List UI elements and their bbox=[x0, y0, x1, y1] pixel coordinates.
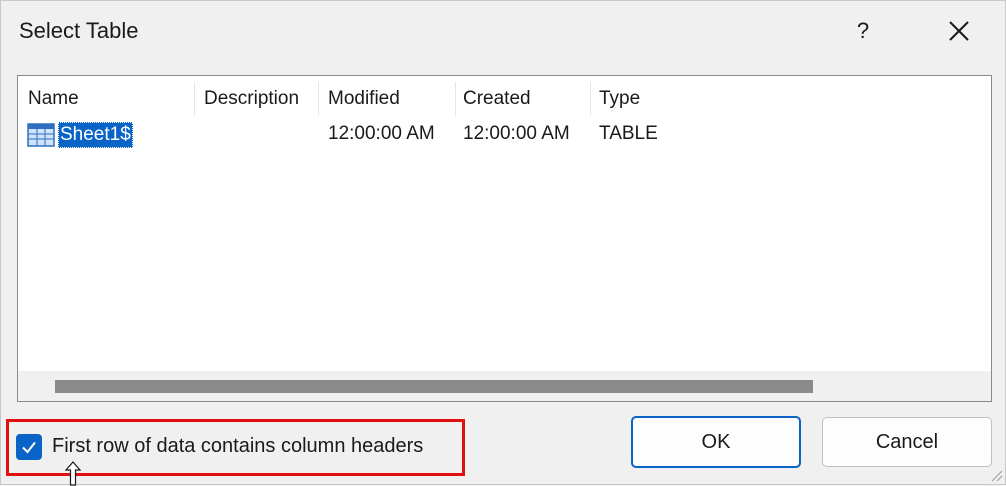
table-row-type[interactable]: TABLE bbox=[599, 120, 658, 148]
checkmark-icon bbox=[22, 441, 36, 454]
resize-grip-icon[interactable] bbox=[987, 466, 1003, 482]
title-bar: Select Table ? bbox=[1, 1, 1005, 63]
close-button[interactable] bbox=[937, 11, 981, 51]
column-divider[interactable] bbox=[318, 82, 319, 116]
column-header-description[interactable]: Description bbox=[204, 84, 299, 114]
cancel-button[interactable]: Cancel bbox=[822, 417, 992, 467]
ok-button[interactable]: OK bbox=[631, 416, 801, 468]
select-table-dialog: Select Table ? Name Description Modified… bbox=[0, 0, 1006, 486]
close-icon bbox=[949, 21, 969, 41]
column-header-name[interactable]: Name bbox=[28, 84, 79, 114]
table-icon bbox=[27, 123, 55, 147]
column-header-type[interactable]: Type bbox=[599, 84, 640, 114]
first-row-headers-label[interactable]: First row of data contains column header… bbox=[52, 435, 423, 458]
table-row-created[interactable]: 12:00:00 AM bbox=[463, 120, 570, 148]
dialog-title: Select Table bbox=[19, 18, 139, 43]
table-list[interactable]: Name Description Modified Created Type S… bbox=[17, 75, 992, 402]
column-divider[interactable] bbox=[590, 82, 591, 116]
help-button[interactable]: ? bbox=[843, 11, 883, 51]
column-divider[interactable] bbox=[194, 82, 195, 116]
column-header-modified[interactable]: Modified bbox=[328, 84, 400, 114]
first-row-headers-checkbox[interactable] bbox=[16, 434, 42, 460]
table-row-name[interactable]: Sheet1$ bbox=[58, 122, 133, 148]
horizontal-scrollbar[interactable] bbox=[18, 371, 991, 401]
column-header-created[interactable]: Created bbox=[463, 84, 531, 114]
column-divider[interactable] bbox=[455, 82, 456, 116]
scrollbar-thumb[interactable] bbox=[55, 380, 813, 393]
mouse-cursor-icon bbox=[64, 461, 82, 486]
table-row-modified[interactable]: 12:00:00 AM bbox=[328, 120, 435, 148]
